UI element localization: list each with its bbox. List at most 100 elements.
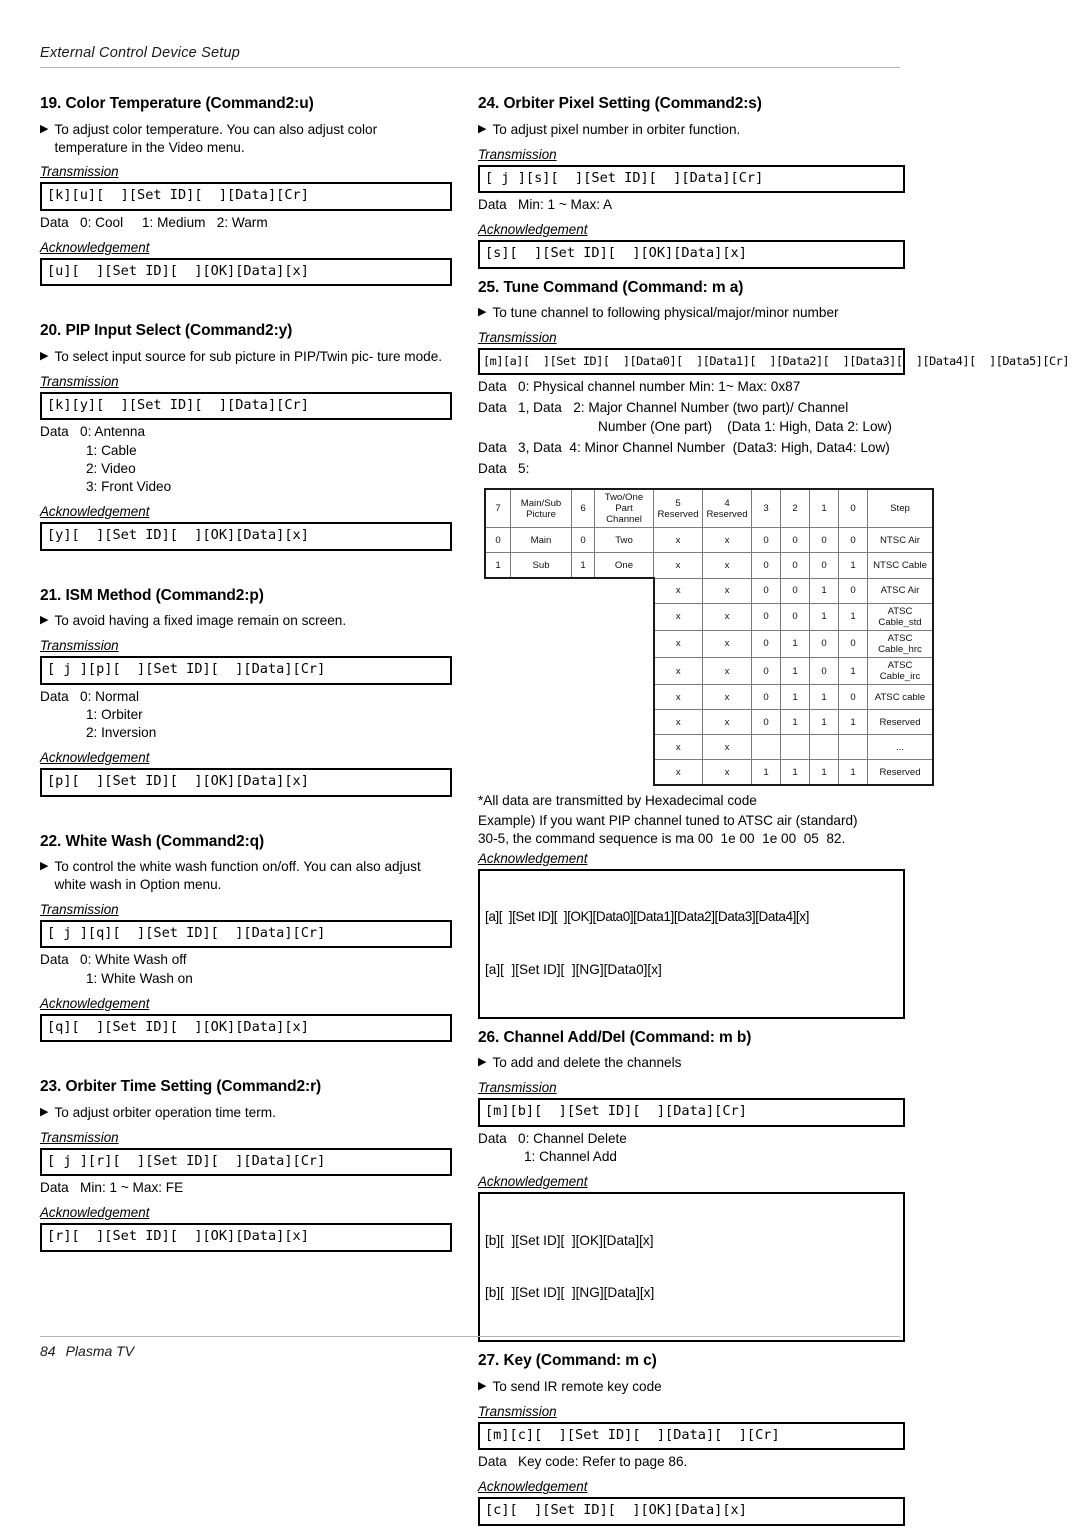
- cell-b2: 1: [780, 657, 810, 686]
- cell-b2: 0: [780, 552, 810, 579]
- header-bit4-reserved: 4 Reserved: [702, 488, 752, 529]
- cell-b5: x: [652, 734, 703, 761]
- table-row: 0 Main 0 Two x x 0 0 0 0 NTSC Air: [484, 527, 934, 554]
- triangle-bullet-icon: ▶: [478, 122, 487, 135]
- cell-b3: 0: [751, 684, 781, 711]
- cell-step: ATSC Cable_hrc: [867, 629, 934, 659]
- section-title: 20. PIP Input Select (Command2:y): [40, 322, 293, 340]
- acknowledgement-code-box: [u][ ][Set ID][ ][OK][Data][x]: [40, 258, 452, 287]
- cell-b1: 0: [809, 552, 839, 579]
- table-row: x x 1 1 1 1 Reserved: [485, 759, 934, 787]
- triangle-bullet-icon: ▶: [40, 350, 49, 363]
- triangle-bullet-icon: ▶: [478, 1056, 487, 1069]
- transmission-label: Transmission: [40, 901, 119, 917]
- data-line: Data 0: White Wash off: [40, 952, 187, 968]
- data-line: Data 3, Data 4: Minor Channel Number (Da…: [478, 439, 890, 455]
- transmission-label: Transmission: [478, 146, 557, 162]
- cell-b0: 0: [838, 527, 868, 554]
- table-header-row: 7 Main/Sub Picture 6 Two/One Part Channel 5…: [484, 488, 934, 529]
- transmission-label: Transmission: [40, 373, 119, 389]
- table-row: x x 0 0 1 1 ATSC Cable_std: [485, 602, 934, 631]
- acknowledgement-code-box: [c][ ][Set ID][ ][OK][Data][x]: [478, 1497, 905, 1526]
- acknowledgement-label: Acknowledgement: [40, 750, 150, 766]
- cell-b1: 1: [809, 709, 839, 736]
- transmission-code-box: [ j ][s][ ][Set ID][ ][Data][Cr]: [478, 164, 905, 193]
- cell-b5: x: [652, 709, 703, 736]
- section-bullet: ▶ To tune channel to following physical/…: [478, 304, 905, 322]
- cell-empty: [511, 735, 572, 760]
- data-sub-line: 2: Inversion: [86, 724, 157, 740]
- cell-b0: [838, 734, 868, 761]
- cell-empty: [572, 735, 595, 760]
- bullet-text: To select input source for sub picture i…: [54, 349, 443, 365]
- two-column-body: 19. Color Temperature (Command2:u) ▶ To …: [40, 95, 1069, 1528]
- cell-empty: [485, 710, 511, 735]
- cell-empty: [572, 760, 595, 786]
- cell-b4: x: [702, 759, 752, 787]
- section-title: 23. Orbiter Time Setting (Command2:r): [40, 1078, 322, 1096]
- transmission-label: Transmission: [40, 164, 119, 180]
- cell-b5: x: [652, 657, 703, 686]
- triangle-bullet-icon: ▶: [40, 1105, 49, 1118]
- cell-empty: [511, 658, 572, 685]
- cell-b3: 0: [751, 629, 781, 659]
- cell-empty: [485, 760, 511, 786]
- table-row: x x 0 1 1 1 Reserved: [485, 709, 934, 736]
- acknowledgement-code-box: [q][ ][Set ID][ ][OK][Data][x]: [40, 1013, 452, 1043]
- cell-empty: [595, 630, 654, 657]
- cell-b3: 0: [751, 709, 781, 736]
- transmission-label: Transmission: [478, 1080, 557, 1096]
- cell-b2: 0: [780, 577, 810, 604]
- triangle-bullet-icon: ▶: [40, 122, 49, 135]
- cell-empty: [572, 630, 595, 657]
- transmission-code-box: [m][b][ ][Set ID][ ][Data][Cr]: [478, 1098, 905, 1127]
- cell-b5: x: [653, 552, 703, 579]
- cell-b3: 0: [751, 552, 781, 579]
- section-bullet: ▶ To adjust color temperature. You can a…: [40, 121, 452, 157]
- cell-b3: 1: [751, 759, 781, 787]
- section-title: 21. ISM Method (Command2:p): [40, 586, 264, 604]
- data-line: Data 0: Normal: [40, 688, 139, 704]
- header-bit3: 3: [751, 488, 781, 529]
- acknowledgement-code-box: [p][ ][Set ID][ ][OK][Data][x]: [40, 768, 452, 797]
- cell-empty: [485, 735, 511, 760]
- cell-b1: 0: [809, 527, 839, 554]
- cell-b2: 1: [780, 629, 810, 659]
- acknowledgement-label: Acknowledgement: [40, 995, 150, 1011]
- cell-b2: 1: [780, 759, 810, 787]
- header-rule: [40, 67, 900, 68]
- cell-b5: x: [652, 629, 703, 659]
- data-sub-line: 1: White Wash on: [86, 970, 193, 986]
- header-step: Step: [867, 488, 934, 529]
- cell-b3: [751, 734, 781, 761]
- data-continuation-line: Number (One part) (Data 1: High, Data 2:…: [598, 418, 892, 434]
- cell-two-one: Two: [594, 527, 654, 554]
- section-bullet: ▶ To adjust pixel number in orbiter func…: [478, 121, 905, 139]
- cell-empty: [485, 685, 511, 710]
- section-23-orbiter-time-setting: 23. Orbiter Time Setting (Command2:r) ▶ …: [40, 1078, 452, 1252]
- bullet-text: To adjust orbiter operation time term.: [54, 1104, 276, 1120]
- section-bullet: ▶ To send IR remote key code: [478, 1378, 905, 1396]
- cell-empty: [511, 710, 572, 735]
- data5-bit-table-wrapper: 7 Main/Sub Picture 6 Two/One Part Channel 5…: [484, 488, 934, 787]
- footer-rule: [40, 1336, 900, 1337]
- cell-b5: x: [652, 577, 703, 604]
- cell-b0: 1: [838, 602, 868, 631]
- cell-b2: 1: [780, 684, 810, 711]
- bullet-text: To tune channel to following physical/ma…: [492, 305, 839, 321]
- transmission-code-box: [m][c][ ][Set ID][ ][Data][ ][Cr]: [478, 1421, 905, 1451]
- hexadecimal-footnote: *All data are transmitted by Hexadecimal…: [478, 793, 757, 809]
- running-header-title: External Control Device Setup: [40, 45, 241, 61]
- bullet-text: To control the white wash function on/of…: [54, 859, 421, 893]
- cell-empty: [511, 760, 572, 786]
- header-bit6: 6: [571, 488, 595, 529]
- cell-b6: 0: [571, 527, 595, 554]
- cell-b7: 0: [484, 527, 511, 554]
- cell-b4: x: [702, 602, 752, 631]
- cell-b0: 0: [838, 629, 868, 659]
- cell-two-one: One: [594, 552, 654, 580]
